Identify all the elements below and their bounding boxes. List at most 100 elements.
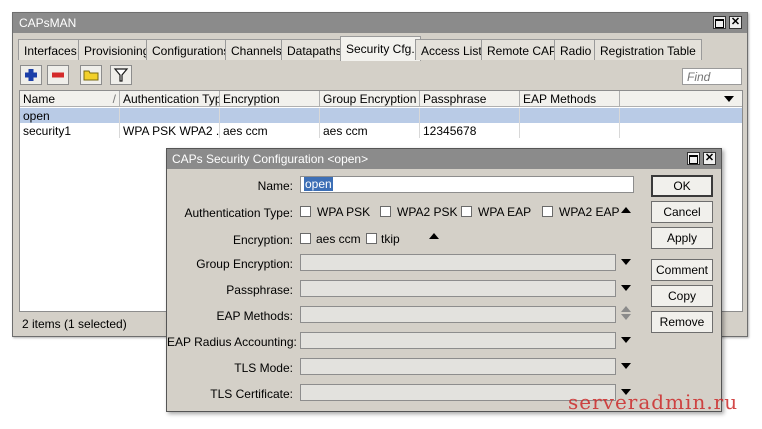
wpa2-psk-checkbox[interactable] <box>380 206 391 217</box>
tab-radio[interactable]: Radio <box>554 39 598 60</box>
filter-icon <box>113 68 129 82</box>
dialog-close-button[interactable]: ✕ <box>703 152 716 165</box>
authentication-type-label: Authentication Type: <box>184 206 293 220</box>
tab-configurations[interactable]: Configurations <box>146 39 236 60</box>
folder-icon <box>83 70 99 81</box>
table-cell <box>520 123 620 138</box>
table-cell <box>220 108 320 123</box>
tls-mode-dropdown[interactable] <box>621 363 631 369</box>
columns-menu-button[interactable] <box>724 96 734 102</box>
column-header-encryption[interactable]: Encryption <box>220 91 320 107</box>
table-cell: open <box>20 108 120 123</box>
remove-button[interactable]: Remove <box>651 311 713 333</box>
name-label: Name: <box>257 179 293 193</box>
chevron-down-icon <box>621 363 631 369</box>
eap-methods-label: EAP Methods: <box>216 309 294 323</box>
column-header-group-encryption[interactable]: Group Encryption <box>320 91 420 107</box>
wpa-psk-checkbox[interactable] <box>300 206 311 217</box>
table-cell: aes ccm <box>220 123 320 138</box>
column-header-eap-methods[interactable]: EAP Methods <box>520 91 620 107</box>
encryption-label: Encryption: <box>232 233 293 247</box>
remove-button[interactable] <box>47 65 69 85</box>
tab-datapaths[interactable]: Datapaths <box>281 39 348 60</box>
copy-button[interactable]: Copy <box>651 285 713 307</box>
table-row[interactable]: security1 WPA PSK WPA2 ... aes ccm aes c… <box>20 123 742 138</box>
tab-interfaces[interactable]: Interfaces <box>18 39 83 60</box>
eap-radius-accounting-field[interactable] <box>300 332 616 349</box>
tab-channels[interactable]: Channels <box>225 39 288 60</box>
title-bar[interactable]: CAPsMAN ✕ <box>13 13 747 33</box>
filter-button[interactable] <box>110 65 132 85</box>
passphrase-field[interactable] <box>300 280 616 297</box>
name-field[interactable]: open <box>300 176 634 193</box>
encryption-collapse[interactable] <box>429 233 439 239</box>
dialog-title-bar[interactable]: CAPs Security Configuration <open> ✕ <box>167 149 721 169</box>
cancel-button[interactable]: Cancel <box>651 201 713 223</box>
tab-registration-table[interactable]: Registration Table <box>594 39 702 60</box>
dialog-maximize-button[interactable] <box>687 152 700 165</box>
watermark: serveradmin.ru <box>568 390 739 414</box>
close-icon: ✕ <box>730 16 741 28</box>
chevron-up-icon <box>621 207 631 213</box>
comment-button[interactable] <box>80 65 102 85</box>
chevron-down-icon <box>621 314 631 320</box>
ok-button[interactable]: OK <box>651 175 713 197</box>
dialog-title: CAPs Security Configuration <open> <box>172 152 369 166</box>
eap-radius-accounting-label: EAP Radius Accounting: <box>167 335 297 349</box>
plus-icon <box>25 69 37 81</box>
close-button[interactable]: ✕ <box>729 16 742 29</box>
table-row[interactable]: open <box>20 108 742 123</box>
toolbar <box>14 61 746 89</box>
table-cell: WPA PSK WPA2 ... <box>120 123 220 138</box>
sort-icon: / <box>112 92 116 106</box>
comment-button[interactable]: Comment <box>651 259 713 281</box>
group-encryption-dropdown[interactable] <box>621 259 631 265</box>
wpa-eap-label: WPA EAP <box>478 205 532 219</box>
table-cell <box>120 108 220 123</box>
wpa2-eap-checkbox[interactable] <box>542 206 553 217</box>
passphrase-dropdown[interactable] <box>621 285 631 291</box>
status-text: 2 items (1 selected) <box>22 317 127 331</box>
tab-security-cfg[interactable]: Security Cfg. <box>340 36 421 61</box>
eap-radius-accounting-dropdown[interactable] <box>621 337 631 343</box>
chevron-down-icon <box>621 259 631 265</box>
wpa2-eap-label: WPA2 EAP <box>559 205 620 219</box>
column-header-authentication-type[interactable]: Authentication Type <box>120 91 220 107</box>
maximize-icon <box>689 155 698 164</box>
maximize-button[interactable] <box>713 16 726 29</box>
chevron-up-icon <box>429 233 439 239</box>
apply-button[interactable]: Apply <box>651 227 713 249</box>
tab-remote-cap[interactable]: Remote CAP <box>481 39 564 60</box>
eap-methods-spinner[interactable] <box>621 306 631 320</box>
aes-ccm-label: aes ccm <box>316 232 361 246</box>
maximize-icon <box>715 19 724 28</box>
column-header-label: Name <box>23 92 56 106</box>
table-cell: security1 <box>20 123 120 138</box>
tab-provisioning[interactable]: Provisioning <box>78 39 156 60</box>
tab-access-list[interactable]: Access List <box>415 39 488 60</box>
close-icon: ✕ <box>704 152 715 164</box>
wpa2-psk-label: WPA2 PSK <box>397 205 458 219</box>
tls-certificate-label: TLS Certificate: <box>210 387 293 401</box>
column-header-name[interactable]: Name / <box>20 91 120 107</box>
authentication-type-collapse[interactable] <box>621 207 631 213</box>
group-encryption-field[interactable] <box>300 254 616 271</box>
wpa-eap-checkbox[interactable] <box>461 206 472 217</box>
table-cell: aes ccm <box>320 123 420 138</box>
name-value: open <box>304 177 333 191</box>
tls-mode-field[interactable] <box>300 358 616 375</box>
table-cell <box>520 108 620 123</box>
column-header-passphrase[interactable]: Passphrase <box>420 91 520 107</box>
passphrase-label: Passphrase: <box>226 283 293 297</box>
tkip-checkbox[interactable] <box>366 233 377 244</box>
eap-methods-field[interactable] <box>300 306 616 323</box>
add-button[interactable] <box>20 65 42 85</box>
security-config-dialog: CAPs Security Configuration <open> ✕ Nam… <box>166 148 722 412</box>
table-header: Name / Authentication Type Encryption Gro… <box>20 91 742 107</box>
table-cell <box>320 108 420 123</box>
search-input[interactable] <box>682 68 742 85</box>
tls-mode-label: TLS Mode: <box>234 361 293 375</box>
aes-ccm-checkbox[interactable] <box>300 233 311 244</box>
table-cell: 12345678 <box>420 123 520 138</box>
group-encryption-label: Group Encryption: <box>196 257 293 271</box>
